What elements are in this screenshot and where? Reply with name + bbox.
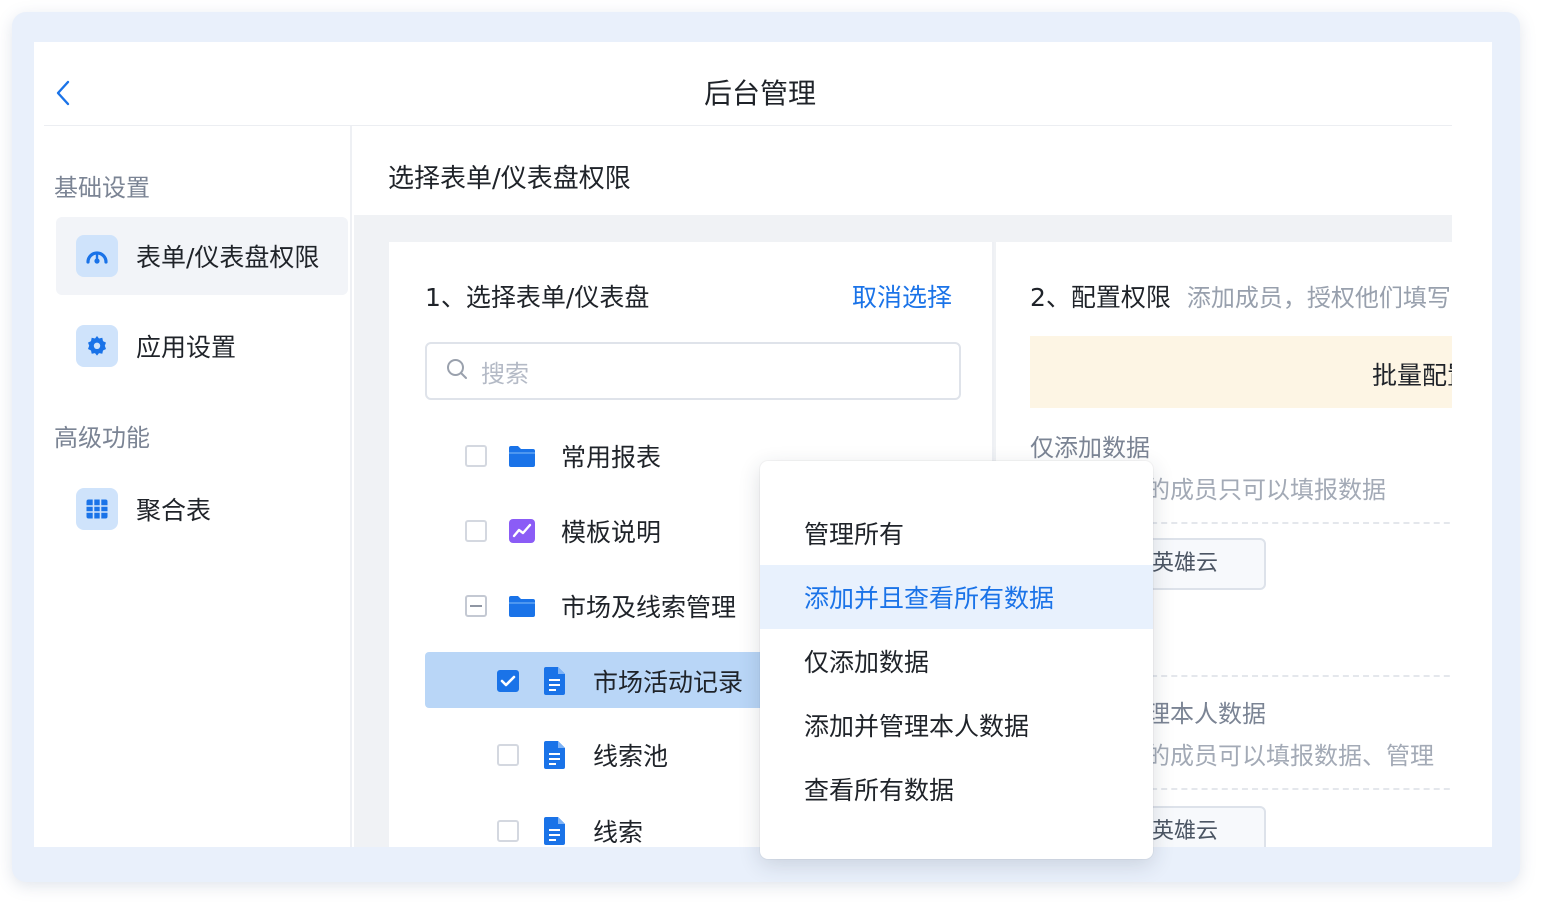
tree-item[interactable]: 市场及线索管理	[465, 577, 736, 635]
tree-item-label: 市场及线索管理	[561, 593, 737, 622]
batch-config-label: 批量配置	[1372, 361, 1452, 390]
sidebar-item-form-permissions[interactable]: 表单/仪表盘权限	[56, 217, 348, 295]
gear-icon	[76, 325, 118, 367]
tree-item-label: 线索	[593, 818, 644, 847]
search-placeholder: 搜索	[481, 359, 529, 388]
checkbox[interactable]	[497, 820, 519, 842]
sidebar: 基础设置 表单/仪表盘权限 应用设置 高级功能 聚合表	[44, 126, 352, 847]
search-icon	[445, 357, 469, 385]
page-title: 后台管理	[703, 77, 816, 110]
config-heading-text: 2、配置权限	[1030, 283, 1171, 312]
form-document-icon	[539, 666, 569, 696]
checkbox[interactable]	[465, 445, 487, 467]
sidebar-group-basic: 基础设置	[54, 174, 150, 202]
checkbox[interactable]	[465, 520, 487, 542]
sidebar-item-app-settings[interactable]: 应用设置	[56, 307, 348, 385]
dashboard-chart-icon	[507, 516, 537, 546]
tree-item[interactable]: 线索池	[497, 726, 668, 784]
checkbox-partial[interactable]	[465, 595, 487, 617]
tree-item-label: 常用报表	[561, 443, 662, 472]
permission-title: 仅添加数据	[1030, 434, 1150, 462]
dashboard-gauge-icon	[76, 235, 118, 277]
tree-item[interactable]: 线索	[497, 802, 643, 847]
menu-item-add-only[interactable]: 仅添加数据	[760, 629, 1153, 693]
menu-item-view-all[interactable]: 查看所有数据	[760, 757, 1153, 821]
config-subheading: 添加成员，授权他们填写	[1186, 284, 1451, 312]
form-document-icon	[539, 740, 569, 770]
sidebar-item-label: 聚合表	[136, 496, 212, 525]
menu-item-add-view-all[interactable]: 添加并且查看所有数据	[760, 565, 1153, 629]
sidebar-item-aggregate-table[interactable]: 聚合表	[56, 470, 348, 548]
sidebar-item-label: 表单/仪表盘权限	[136, 243, 320, 272]
sidebar-item-label: 应用设置	[136, 333, 237, 362]
form-document-icon	[539, 816, 569, 846]
clear-selection-link[interactable]: 取消选择	[852, 278, 952, 314]
config-panel-heading: 2、配置权限 添加成员，授权他们填写	[1030, 278, 1451, 314]
tree-item-selected[interactable]: 市场活动记录	[497, 652, 743, 710]
tree-item[interactable]: 模板说明	[465, 502, 661, 560]
checkbox-checked[interactable]	[497, 670, 519, 692]
permission-description: 的成员只可以填报数据	[1146, 476, 1386, 504]
permission-title: 理本人数据	[1146, 700, 1266, 728]
permission-dropdown-menu: 管理所有 添加并且查看所有数据 仅添加数据 添加并管理本人数据 查看所有数据	[760, 461, 1153, 859]
sidebar-group-advanced: 高级功能	[54, 424, 150, 452]
tree-item[interactable]: 常用报表	[465, 427, 661, 485]
menu-item-add-manage-own[interactable]: 添加并管理本人数据	[760, 693, 1153, 757]
select-panel-heading: 1、选择表单/仪表盘	[425, 283, 650, 312]
tree-item-label: 模板说明	[561, 518, 662, 547]
tree-item-label: 市场活动记录	[593, 668, 744, 697]
permission-description: 的成员可以填报数据、管理	[1146, 742, 1434, 770]
folder-icon	[507, 591, 537, 621]
tree-item-label: 线索池	[593, 742, 669, 771]
checkbox[interactable]	[497, 744, 519, 766]
search-input[interactable]: 搜索	[425, 342, 961, 400]
batch-config-bar[interactable]: 批量配置	[1030, 336, 1452, 408]
folder-icon	[507, 441, 537, 471]
table-grid-icon	[76, 488, 118, 530]
section-title: 选择表单/仪表盘权限	[388, 164, 631, 194]
menu-item-manage-all[interactable]: 管理所有	[760, 501, 1153, 565]
